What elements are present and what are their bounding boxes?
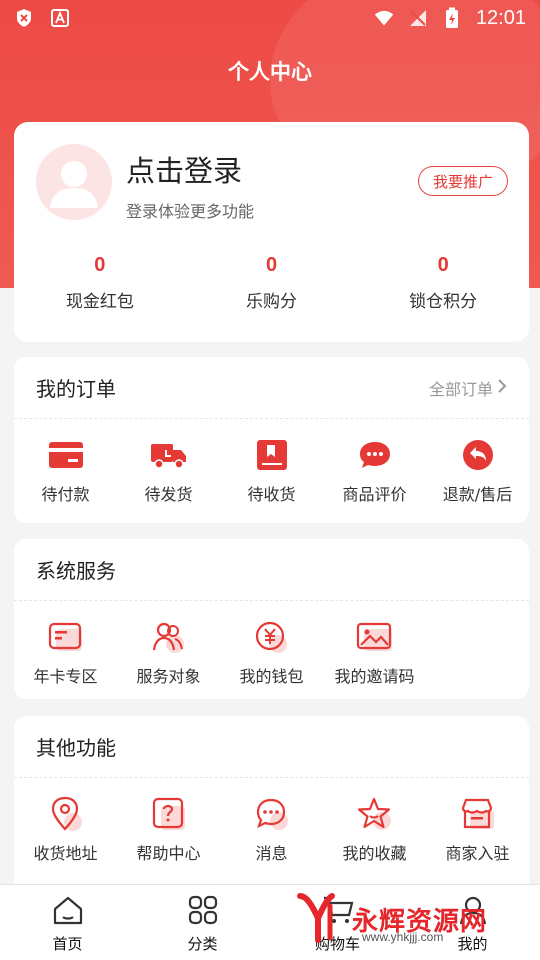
image-icon xyxy=(323,619,426,655)
other-address[interactable]: 收货地址 xyxy=(14,796,117,864)
service-invite-code[interactable]: 我的邀请码 xyxy=(323,619,426,687)
tab-label: 分类 xyxy=(187,935,218,953)
shield-icon xyxy=(14,8,34,28)
service-clients[interactable]: 服务对象 xyxy=(117,619,220,687)
orders-header: 我的订单 全部订单 xyxy=(14,357,529,419)
tab-category[interactable]: 分类 xyxy=(135,885,270,960)
section-title: 其他功能 xyxy=(36,736,116,760)
package-icon xyxy=(220,437,323,473)
stat-value: 0 xyxy=(437,254,449,276)
item-label: 我的钱包 xyxy=(239,667,304,686)
users-icon xyxy=(117,619,220,655)
other-merchant-join[interactable]: 商家入驻 xyxy=(426,796,529,864)
service-wallet[interactable]: 我的钱包 xyxy=(220,619,323,687)
clock: 12:01 xyxy=(475,6,526,29)
order-review[interactable]: 商品评价 xyxy=(323,437,426,505)
item-label: 年卡专区 xyxy=(33,667,98,686)
tab-home[interactable]: 首页 xyxy=(0,885,135,960)
orders-section: 我的订单 全部订单 待付款 待发货 待收货 商品评价 退款/售后 xyxy=(14,357,529,523)
location-icon xyxy=(14,796,117,832)
battery-charging-icon xyxy=(442,7,462,28)
stat-value: 0 xyxy=(94,254,106,276)
watermark: 永辉资源网 www.yhkjjj.com xyxy=(292,890,487,948)
card-icon xyxy=(14,437,117,473)
stats-row: 0 现金红包 0 乐购分 0 锁仓积分 xyxy=(14,254,529,312)
order-refund[interactable]: 退款/售后 xyxy=(426,437,529,505)
login-title[interactable]: 点击登录 xyxy=(126,148,242,190)
wifi-icon xyxy=(374,8,394,28)
yen-wallet-icon xyxy=(220,619,323,655)
avatar[interactable] xyxy=(36,144,112,220)
promote-button[interactable]: 我要推广 xyxy=(418,166,508,196)
item-label: 消息 xyxy=(255,844,288,863)
item-label: 商家入驻 xyxy=(445,844,510,863)
truck-icon xyxy=(117,437,220,473)
section-title: 系统服务 xyxy=(36,559,116,583)
page-title: 个人中心 xyxy=(228,60,312,84)
others-section: 其他功能 收货地址 帮助中心 消息 我的收藏 商家入驻 xyxy=(14,716,529,896)
others-header: 其他功能 xyxy=(14,716,529,778)
star-icon xyxy=(323,796,426,832)
item-label: 帮助中心 xyxy=(136,844,201,863)
no-signal-icon xyxy=(408,8,428,28)
item-label: 待付款 xyxy=(41,485,90,504)
app-a-icon xyxy=(50,8,70,28)
services-header: 系统服务 xyxy=(14,539,529,601)
other-messages[interactable]: 消息 xyxy=(220,796,323,864)
item-label: 我的邀请码 xyxy=(334,667,415,686)
item-label: 我的收藏 xyxy=(342,844,407,863)
section-title: 我的订单 xyxy=(36,377,116,401)
stat-legou-points[interactable]: 0 乐购分 xyxy=(186,254,358,312)
order-pending-receipt[interactable]: 待收货 xyxy=(220,437,323,505)
other-help-center[interactable]: 帮助中心 xyxy=(117,796,220,864)
login-subtitle: 登录体验更多功能 xyxy=(126,202,255,221)
store-icon xyxy=(426,796,529,832)
services-section: 系统服务 年卡专区 服务对象 我的钱包 我的邀请码 xyxy=(14,539,529,699)
stat-locked-points[interactable]: 0 锁仓积分 xyxy=(357,254,529,312)
grid-icon xyxy=(188,895,218,929)
message-icon xyxy=(220,796,323,832)
profile-card: 点击登录 登录体验更多功能 我要推广 0 现金红包 0 乐购分 0 锁仓积分 xyxy=(14,122,529,342)
chevron-right-icon xyxy=(497,378,507,398)
item-label: 退款/售后 xyxy=(442,485,513,504)
stat-label: 锁仓积分 xyxy=(409,292,478,312)
tab-label: 首页 xyxy=(52,935,83,953)
home-icon xyxy=(52,895,84,929)
order-pending-shipment[interactable]: 待发货 xyxy=(117,437,220,505)
stat-value: 0 xyxy=(265,254,278,276)
stat-label: 乐购分 xyxy=(246,292,297,312)
help-icon xyxy=(117,796,220,832)
stat-label: 现金红包 xyxy=(65,292,134,312)
item-label: 收货地址 xyxy=(33,844,98,863)
all-orders-label: 全部订单 xyxy=(428,379,493,399)
item-label: 待收货 xyxy=(247,485,296,504)
item-label: 商品评价 xyxy=(342,485,407,504)
watermark-logo-icon xyxy=(292,890,346,948)
other-favorites[interactable]: 我的收藏 xyxy=(323,796,426,864)
item-label: 待发货 xyxy=(144,485,193,504)
order-pending-payment[interactable]: 待付款 xyxy=(14,437,117,505)
service-annual-card[interactable]: 年卡专区 xyxy=(14,619,117,687)
all-orders-link[interactable]: 全部订单 xyxy=(429,376,507,400)
return-icon xyxy=(426,437,529,473)
status-bar: 12:01 xyxy=(0,0,540,36)
annual-card-icon xyxy=(14,619,117,655)
chat-icon xyxy=(323,437,426,473)
stat-cash-redpacket[interactable]: 0 现金红包 xyxy=(14,254,186,312)
watermark-url: www.yhkjjj.com xyxy=(362,930,444,944)
item-label: 服务对象 xyxy=(136,667,201,686)
